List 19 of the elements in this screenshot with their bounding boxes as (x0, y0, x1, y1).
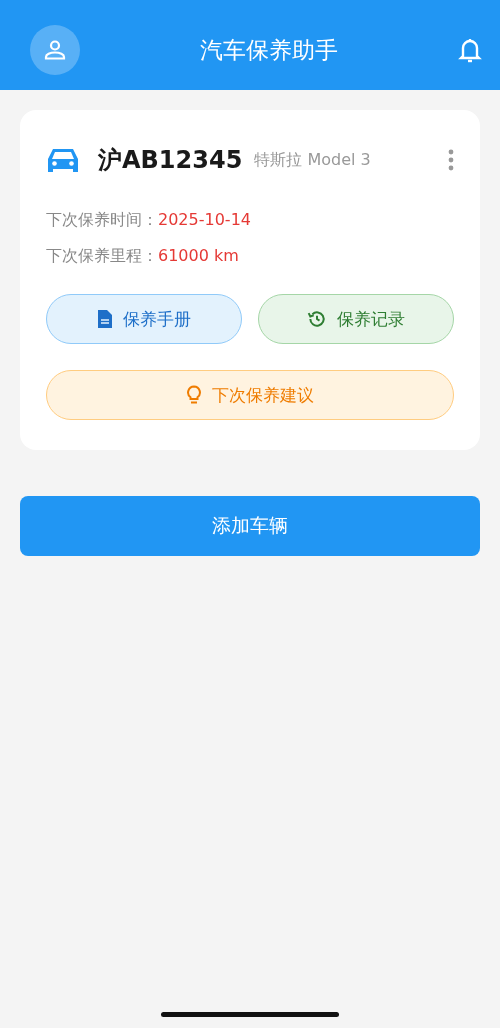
lightbulb-icon (186, 385, 202, 405)
app-title: 汽车保养助手 (200, 35, 338, 65)
document-icon (97, 309, 113, 329)
info-label: 下次保养时间： (46, 209, 158, 231)
car-icon (46, 146, 80, 174)
history-icon (307, 309, 327, 329)
action-button[interactable]: 下次保养建议 (46, 370, 454, 420)
info-value: 61000 km (158, 245, 239, 267)
car-model: 特斯拉 Model 3 (254, 149, 372, 171)
action-button[interactable]: 保养记录 (258, 294, 454, 344)
more-icon[interactable] (448, 149, 454, 171)
license-plate: 沪AB12345 (98, 145, 243, 176)
user-icon (44, 40, 66, 60)
add-vehicle-button[interactable]: 添加车辆 (20, 496, 480, 556)
info-value: 2025-10-14 (158, 209, 251, 231)
action-button[interactable]: 保养手册 (46, 294, 242, 344)
avatar-button[interactable] (30, 25, 80, 75)
bell-icon[interactable] (458, 37, 482, 63)
info-label: 下次保养里程： (46, 245, 158, 267)
